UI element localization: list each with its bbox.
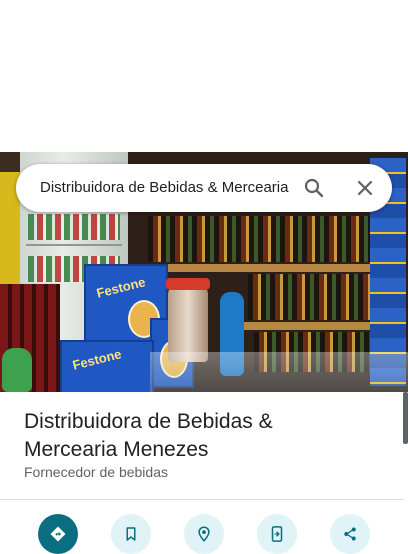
divider <box>0 499 404 500</box>
nearby-icon <box>198 526 210 542</box>
nearby-button[interactable] <box>184 514 224 554</box>
scrollbar-thumb[interactable] <box>403 392 408 444</box>
directions-button[interactable] <box>38 514 78 554</box>
place-category: Fornecedor de bebidas <box>24 464 168 480</box>
close-icon[interactable] <box>353 176 377 200</box>
search-query[interactable]: Distribuidora de Bebidas & Mercearia <box>40 164 302 212</box>
photo-counter <box>150 352 408 392</box>
photo-shelf <box>138 264 398 272</box>
directions-icon <box>50 526 66 542</box>
photo-shelf <box>26 244 122 246</box>
photo-box-label: Festone <box>70 346 123 373</box>
place-title: Distribuidora de Bebidas & Mercearia Men… <box>24 410 273 461</box>
send-to-phone-button[interactable] <box>257 514 297 554</box>
photo-jar-lid <box>166 278 210 290</box>
photo-green-bottle <box>2 348 32 392</box>
photo-bottles <box>28 214 120 240</box>
photo-jar <box>166 278 210 362</box>
search-icon[interactable] <box>302 176 326 200</box>
photo-bottles <box>148 216 388 262</box>
share-icon <box>344 527 356 541</box>
save-button[interactable] <box>111 514 151 554</box>
search-bar[interactable]: Distribuidora de Bebidas & Mercearia <box>16 164 392 212</box>
photo-box-label: Festone <box>94 274 147 301</box>
send-to-phone-icon <box>271 526 283 542</box>
photo-box: Festone <box>60 340 154 392</box>
bookmark-icon <box>126 527 136 541</box>
top-blank-area <box>0 0 408 152</box>
share-button[interactable] <box>330 514 370 554</box>
